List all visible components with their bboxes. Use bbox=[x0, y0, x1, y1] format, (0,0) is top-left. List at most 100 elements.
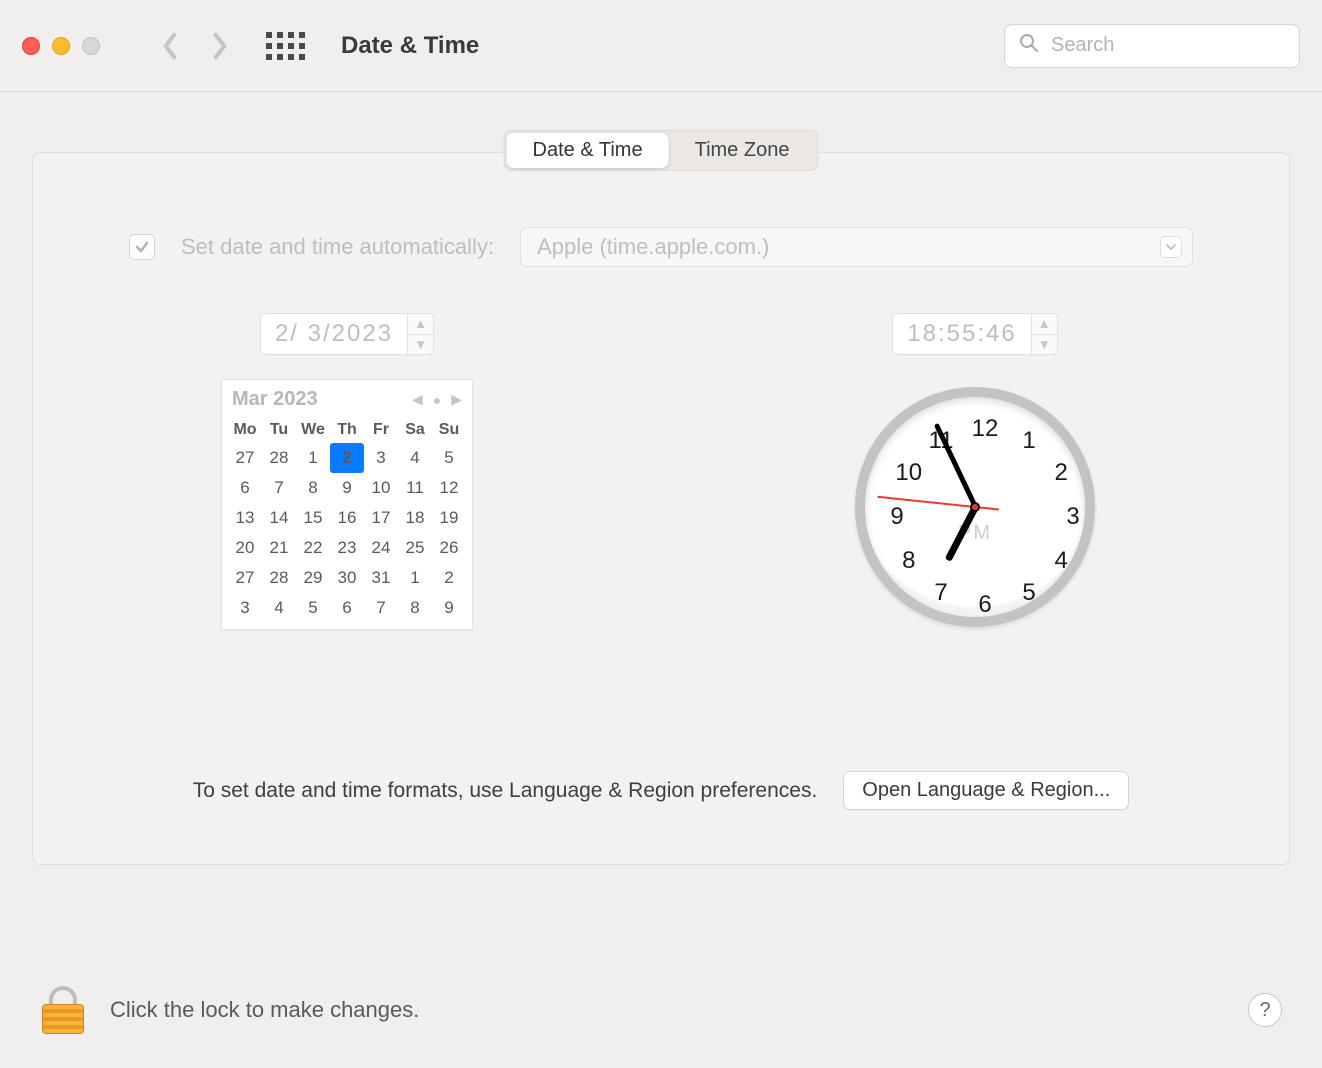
tab-control: Date & Time Time Zone bbox=[504, 130, 819, 171]
calendar-day[interactable]: 16 bbox=[330, 503, 364, 533]
close-window-button[interactable] bbox=[22, 37, 40, 55]
analog-clock: PM 121234567891011 bbox=[855, 387, 1095, 627]
calendar-day[interactable]: 20 bbox=[228, 533, 262, 563]
time-column: 18:55:46 ▲ ▼ PM 121234567891011 bbox=[721, 313, 1229, 630]
search-field[interactable] bbox=[1004, 24, 1300, 68]
calendar-day[interactable]: 19 bbox=[432, 503, 466, 533]
lock-body-icon bbox=[42, 1004, 84, 1034]
calendar-day[interactable]: 10 bbox=[364, 473, 398, 503]
window-title: Date & Time bbox=[341, 32, 479, 60]
calendar-day[interactable]: 4 bbox=[398, 443, 432, 473]
formats-hint: To set date and time formats, use Langua… bbox=[193, 779, 818, 803]
calendar-day[interactable]: 13 bbox=[228, 503, 262, 533]
calendar-day[interactable]: 25 bbox=[398, 533, 432, 563]
calendar-day[interactable]: 2 bbox=[432, 563, 466, 593]
calendar-day[interactable]: 26 bbox=[432, 533, 466, 563]
calendar-day[interactable]: 3 bbox=[364, 443, 398, 473]
date-step-up[interactable]: ▲ bbox=[408, 314, 433, 335]
time-server-combo[interactable]: Apple (time.apple.com.) bbox=[520, 227, 1193, 267]
time-server-value: Apple (time.apple.com.) bbox=[537, 234, 769, 260]
calendar-day[interactable]: 28 bbox=[262, 443, 296, 473]
calendar-day[interactable]: 1 bbox=[398, 563, 432, 593]
calendar-day[interactable]: 5 bbox=[296, 593, 330, 623]
calendar-weekday: Tu bbox=[262, 417, 296, 443]
preferences-panel: Date & Time Time Zone Set date and time … bbox=[32, 152, 1290, 865]
forward-button[interactable] bbox=[200, 26, 240, 66]
tab-date-time[interactable]: Date & Time bbox=[507, 133, 669, 168]
lock-message: Click the lock to make changes. bbox=[110, 997, 419, 1023]
minimize-window-button[interactable] bbox=[52, 37, 70, 55]
calendar-day[interactable]: 30 bbox=[330, 563, 364, 593]
show-all-prefs-button[interactable] bbox=[266, 32, 305, 60]
calendar-day[interactable]: 8 bbox=[398, 593, 432, 623]
calendar-weekday: Sa bbox=[398, 417, 432, 443]
time-step-down[interactable]: ▼ bbox=[1032, 335, 1057, 355]
calendar-next-month[interactable]: ▶ bbox=[451, 391, 462, 408]
calendar-day[interactable]: 7 bbox=[364, 593, 398, 623]
calendar-day[interactable]: 23 bbox=[330, 533, 364, 563]
chevron-left-icon bbox=[161, 32, 179, 60]
clock-number: 2 bbox=[1055, 459, 1068, 487]
date-field-value: 2/ 3/2023 bbox=[261, 314, 407, 354]
auto-datetime-checkbox[interactable] bbox=[129, 234, 155, 260]
calendar-day[interactable]: 7 bbox=[262, 473, 296, 503]
calendar-weekday: Fr bbox=[364, 417, 398, 443]
date-step-down[interactable]: ▼ bbox=[408, 335, 433, 355]
zoom-window-button[interactable] bbox=[82, 37, 100, 55]
auto-datetime-label: Set date and time automatically: bbox=[181, 234, 494, 260]
calendar-today-dot[interactable]: ● bbox=[433, 392, 441, 408]
calendar-day[interactable]: 18 bbox=[398, 503, 432, 533]
help-button[interactable]: ? bbox=[1248, 993, 1282, 1027]
calendar-day[interactable]: 15 bbox=[296, 503, 330, 533]
clock-number: 6 bbox=[978, 591, 991, 619]
calendar-day[interactable]: 22 bbox=[296, 533, 330, 563]
calendar-day[interactable]: 29 bbox=[296, 563, 330, 593]
calendar-weekday: Th bbox=[330, 417, 364, 443]
calendar-day[interactable]: 4 bbox=[262, 593, 296, 623]
calendar-day[interactable]: 31 bbox=[364, 563, 398, 593]
toolbar: Date & Time bbox=[0, 0, 1322, 92]
formats-row: To set date and time formats, use Langua… bbox=[33, 771, 1289, 810]
calendar-day[interactable]: 21 bbox=[262, 533, 296, 563]
calendar-day[interactable]: 1 bbox=[296, 443, 330, 473]
window-controls bbox=[22, 37, 100, 55]
lock-button[interactable] bbox=[40, 986, 86, 1034]
calendar-day[interactable]: 9 bbox=[432, 593, 466, 623]
calendar-day[interactable]: 27 bbox=[228, 443, 262, 473]
back-button[interactable] bbox=[150, 26, 190, 66]
calendar-grid: MoTuWeThFrSaSu 2728123456789101112131415… bbox=[228, 417, 466, 623]
calendar-weekday: We bbox=[296, 417, 330, 443]
auto-datetime-row: Set date and time automatically: Apple (… bbox=[33, 227, 1289, 267]
lock-row: Click the lock to make changes. ? bbox=[40, 986, 1282, 1034]
calendar-day[interactable]: 27 bbox=[228, 563, 262, 593]
clock-pivot bbox=[970, 502, 980, 512]
date-column: 2/ 3/2023 ▲ ▼ Mar 2023 ◀ ● ▶ MoTuWeThFrS… bbox=[93, 313, 601, 630]
open-language-region-button[interactable]: Open Language & Region... bbox=[843, 771, 1129, 810]
calendar-day[interactable]: 28 bbox=[262, 563, 296, 593]
time-step-up[interactable]: ▲ bbox=[1032, 314, 1057, 335]
calendar-day[interactable]: 6 bbox=[330, 593, 364, 623]
calendar-day[interactable]: 8 bbox=[296, 473, 330, 503]
calendar-day[interactable]: 11 bbox=[398, 473, 432, 503]
time-field-value: 18:55:46 bbox=[893, 314, 1030, 354]
calendar-prev-month[interactable]: ◀ bbox=[412, 391, 423, 408]
calendar-day[interactable]: 14 bbox=[262, 503, 296, 533]
tab-time-zone[interactable]: Time Zone bbox=[669, 133, 816, 168]
calendar-month-label: Mar 2023 bbox=[232, 388, 412, 411]
calendar-day[interactable]: 24 bbox=[364, 533, 398, 563]
clock-number: 5 bbox=[1022, 579, 1035, 607]
time-stepper[interactable]: 18:55:46 ▲ ▼ bbox=[892, 313, 1057, 355]
date-stepper[interactable]: 2/ 3/2023 ▲ ▼ bbox=[260, 313, 434, 355]
clock-number: 1 bbox=[1022, 427, 1035, 455]
calendar-day[interactable]: 12 bbox=[432, 473, 466, 503]
clock-number: 4 bbox=[1055, 547, 1068, 575]
clock-number: 10 bbox=[895, 459, 922, 487]
calendar-day[interactable]: 2 bbox=[330, 443, 364, 473]
calendar-day[interactable]: 6 bbox=[228, 473, 262, 503]
calendar-day[interactable]: 5 bbox=[432, 443, 466, 473]
calendar-day[interactable]: 3 bbox=[228, 593, 262, 623]
calendar-day[interactable]: 9 bbox=[330, 473, 364, 503]
search-input[interactable] bbox=[1049, 33, 1285, 58]
calendar-day[interactable]: 17 bbox=[364, 503, 398, 533]
clock-number: 12 bbox=[972, 415, 999, 443]
